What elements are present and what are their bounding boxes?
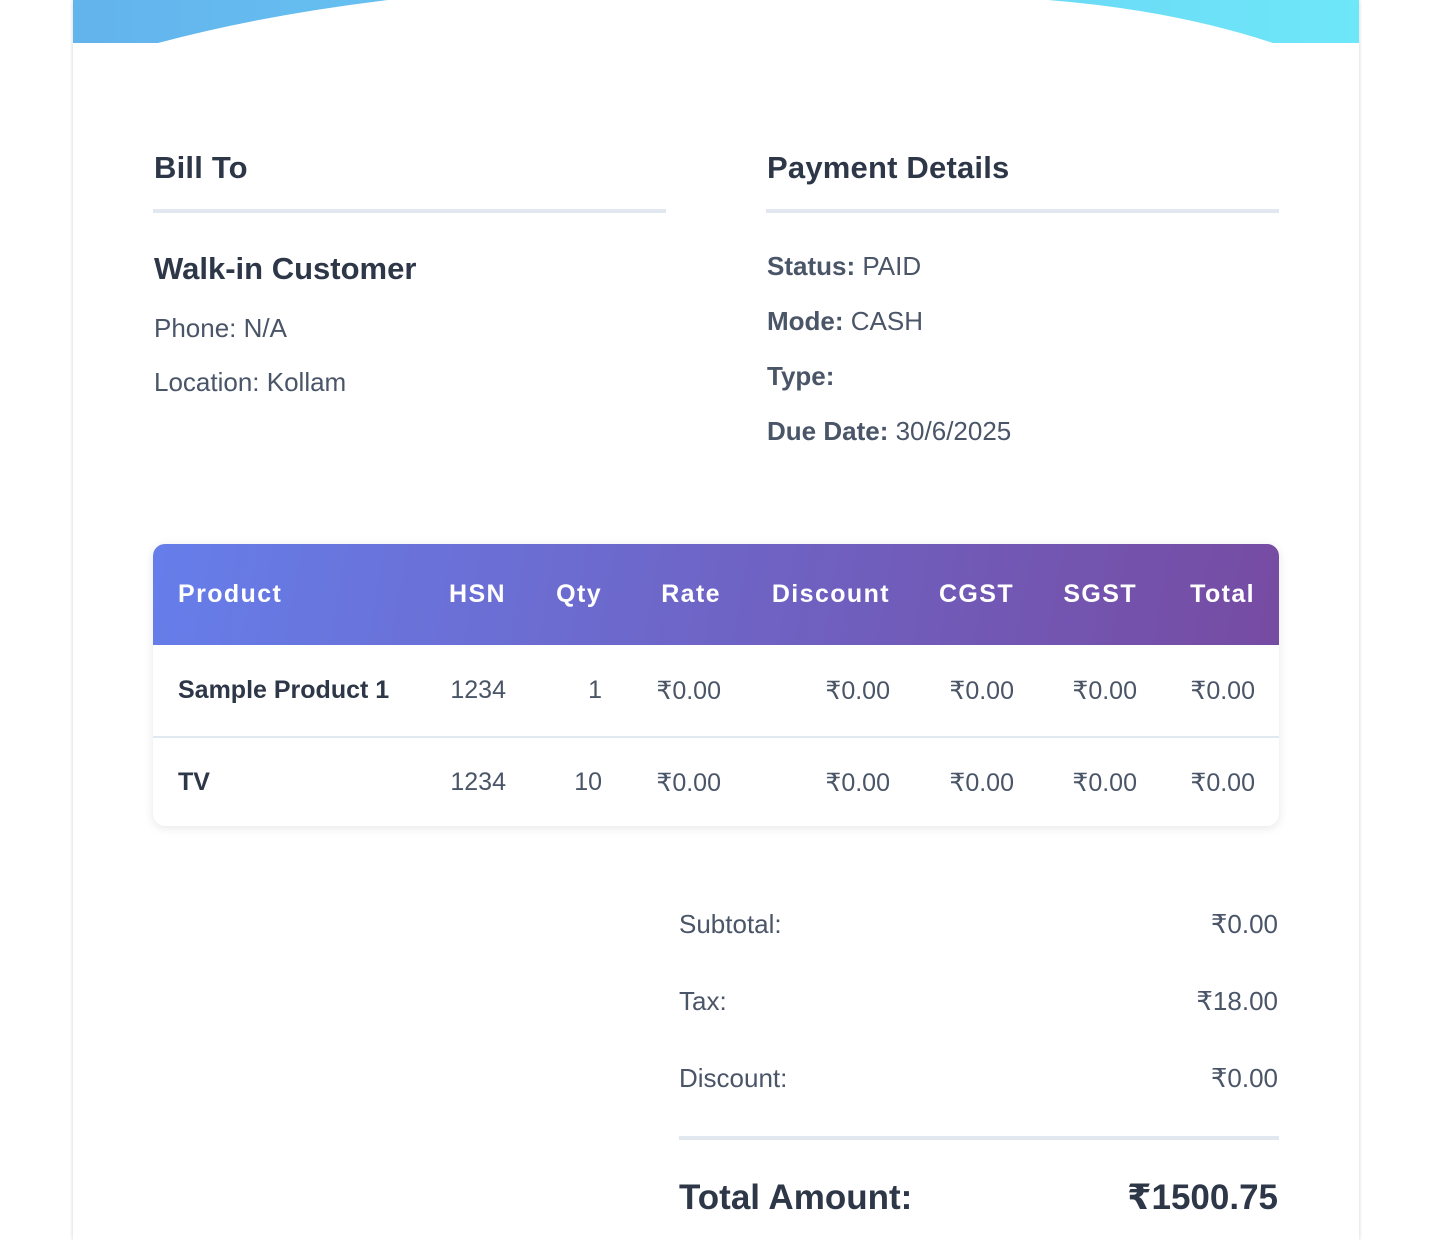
cell-cgst: ₹0.00 xyxy=(949,769,1014,797)
customer-phone: Phone: N/A xyxy=(154,313,287,343)
discount-label: Discount: xyxy=(679,1063,788,1093)
customer-location: Location: Kollam xyxy=(154,367,347,397)
cell-product: Sample Product 1 xyxy=(178,676,390,704)
subtotal-value: ₹0.00 xyxy=(1210,909,1278,939)
payment-mode: Mode: CASH xyxy=(767,306,923,337)
bill-to-title: Bill To xyxy=(154,150,248,185)
summary-divider xyxy=(679,1136,1279,1140)
cell-sgst: ₹0.00 xyxy=(1072,677,1137,705)
payment-status-label: Status: xyxy=(767,251,856,281)
cell-hsn: 1234 xyxy=(450,768,506,796)
payment-status: Status: PAID xyxy=(767,251,921,282)
column-header-sgst: SGST xyxy=(1063,580,1137,608)
column-header-product: Product xyxy=(178,580,283,608)
cell-total: ₹0.00 xyxy=(1190,769,1255,797)
payment-due-date-value: 30/6/2025 xyxy=(895,416,1012,446)
payment-mode-label: Mode: xyxy=(767,306,844,336)
cell-total: ₹0.00 xyxy=(1190,677,1255,705)
subtotal-label: Subtotal: xyxy=(679,909,782,939)
table-row: Sample Product 1 1234 1 ₹0.00 ₹0.00 ₹0.0… xyxy=(153,645,1279,738)
cell-product: TV xyxy=(178,768,210,796)
payment-due-date: Due Date: 30/6/2025 xyxy=(767,416,1011,447)
invoice-page: Bill To Walk-in Customer Phone: N/A Loca… xyxy=(0,0,1438,1240)
cell-qty: 1 xyxy=(588,676,602,704)
total-amount-value: ₹1500.75 xyxy=(1127,1178,1278,1217)
table-row: TV 1234 10 ₹0.00 ₹0.00 ₹0.00 ₹0.00 ₹0.00 xyxy=(153,737,1279,826)
column-header-qty: Qty xyxy=(556,580,602,608)
payment-due-date-label: Due Date: xyxy=(767,416,889,446)
table-header: Product HSN Qty Rate Discount CGST SGST … xyxy=(153,544,1279,645)
cell-qty: 10 xyxy=(574,768,602,796)
cell-discount: ₹0.00 xyxy=(825,769,890,797)
payment-mode-value: CASH xyxy=(850,306,924,336)
invoice-card: Bill To Walk-in Customer Phone: N/A Loca… xyxy=(73,0,1359,1240)
tax-label: Tax: xyxy=(679,986,727,1016)
cell-discount: ₹0.00 xyxy=(825,677,890,705)
header-wave-shape xyxy=(73,0,1359,43)
payment-details-divider xyxy=(766,209,1279,213)
payment-status-value: PAID xyxy=(862,251,922,281)
payment-details-title: Payment Details xyxy=(767,150,1010,185)
cell-cgst: ₹0.00 xyxy=(949,677,1014,705)
payment-type-label: Type: xyxy=(767,361,835,391)
customer-name: Walk-in Customer xyxy=(154,251,417,286)
column-header-cgst: CGST xyxy=(938,580,1014,608)
header-wave-band xyxy=(73,0,1359,43)
payment-type: Type: xyxy=(767,361,834,392)
discount-value: ₹0.00 xyxy=(1210,1063,1278,1093)
column-header-rate: Rate xyxy=(661,580,721,608)
tax-value: ₹18.00 xyxy=(1196,986,1278,1016)
cell-rate: ₹0.00 xyxy=(656,677,721,705)
cell-rate: ₹0.00 xyxy=(656,769,721,797)
column-header-total: Total xyxy=(1190,580,1255,608)
items-table: Product HSN Qty Rate Discount CGST SGST … xyxy=(153,544,1279,826)
cell-sgst: ₹0.00 xyxy=(1072,769,1137,797)
cell-hsn: 1234 xyxy=(450,676,506,704)
column-header-hsn: HSN xyxy=(449,580,506,608)
bill-to-divider xyxy=(153,209,666,213)
total-amount-label: Total Amount: xyxy=(679,1178,913,1217)
column-header-discount: Discount xyxy=(771,580,890,608)
